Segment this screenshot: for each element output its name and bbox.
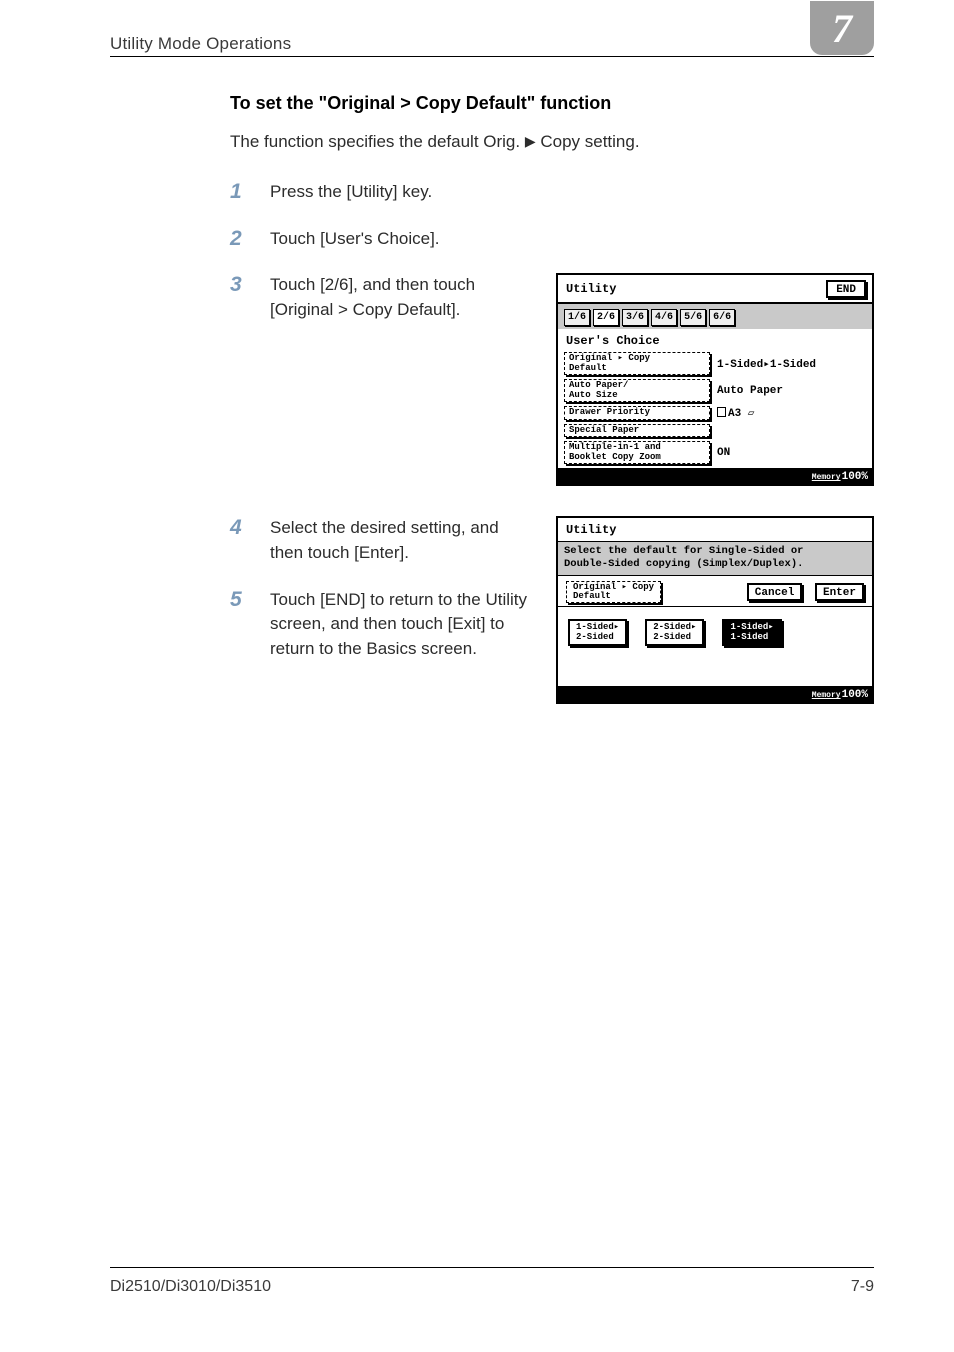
options-row: 1-Sided▸ 2-Sided 2-Sided▸ 2-Sided 1-Side…	[558, 607, 872, 686]
val-auto-paper-size: Auto Paper	[714, 385, 866, 397]
step-number: 3	[230, 273, 248, 297]
ctx-line2: Default	[573, 592, 654, 601]
end-button[interactable]: END	[826, 280, 866, 298]
intro-suffix: Copy setting.	[536, 132, 640, 151]
tab-1-6[interactable]: 1/6	[564, 309, 590, 326]
val-text: A3 ▱	[728, 408, 754, 420]
step-3-row: 3 Touch [2/6], and then touch [Original …	[230, 273, 874, 486]
steps-4-5-row: 4 Select the desired setting, and then t…	[230, 516, 874, 704]
lcd-footer: Memory100%	[558, 686, 872, 702]
lcd-banner: Select the default for Single-Sided or D…	[558, 541, 872, 575]
opt-line2: 2-Sided	[576, 633, 619, 642]
lcd-title: Utility	[566, 523, 616, 537]
cancel-button[interactable]: Cancel	[747, 583, 803, 601]
step-4: 4 Select the desired setting, and then t…	[230, 516, 530, 565]
banner-line2: Double-Sided copying (Simplex/Duplex).	[564, 558, 866, 571]
page-footer: Di2510/Di3010/Di3510 7-9	[110, 1267, 874, 1296]
val-multiple-in-1: ON	[714, 447, 866, 459]
context-label: Original ▸ Copy Default	[566, 581, 661, 604]
chapter-badge: 7	[810, 1, 874, 55]
step-number: 5	[230, 588, 248, 612]
step-2: 2 Touch [User's Choice].	[230, 227, 874, 252]
memory-value: 100%	[842, 689, 868, 701]
option-1sided-1sided[interactable]: 1-Sided▸ 1-Sided	[722, 619, 781, 646]
page-header: Utility Mode Operations 7	[110, 28, 874, 57]
right-arrow-icon: ▶	[525, 134, 536, 148]
enter-button[interactable]: Enter	[815, 583, 864, 601]
lcd-figure-users-choice: Utility END 1/6 2/6 3/6 4/6 5/6 6/6 User…	[556, 273, 874, 486]
section-title: To set the "Original > Copy Default" fun…	[230, 93, 874, 114]
val-original-copy-default: 1-Sided▸1-Sided	[714, 357, 866, 371]
banner-line1: Select the default for Single-Sided or	[564, 545, 866, 558]
option-1sided-2sided[interactable]: 1-Sided▸ 2-Sided	[568, 619, 627, 646]
lcd-titlebar: Utility END	[558, 275, 872, 304]
btn-line2: Default	[569, 364, 705, 373]
memory-block: Memory100%	[812, 471, 868, 483]
step-text: Press the [Utility] key.	[270, 180, 432, 205]
context-row: Original ▸ Copy Default Cancel Enter	[558, 576, 872, 608]
step-text: Touch [User's Choice].	[270, 227, 440, 252]
intro-prefix: The function specifies the default Orig.	[230, 132, 525, 151]
btn-line2: Auto Size	[569, 391, 705, 400]
step-1: 1 Press the [Utility] key.	[230, 180, 874, 205]
footer-model: Di2510/Di3010/Di3510	[110, 1278, 271, 1296]
btn-original-copy-default[interactable]: Original ▸ Copy Default	[564, 352, 710, 375]
tab-4-6[interactable]: 4/6	[651, 309, 677, 326]
memory-block: Memory100%	[812, 689, 868, 701]
memory-label: Memory	[812, 691, 841, 700]
lcd-figure-default-select: Utility Select the default for Single-Si…	[556, 516, 874, 704]
step-number: 1	[230, 180, 248, 204]
btn-line2: Booklet Copy Zoom	[569, 453, 705, 462]
content: To set the "Original > Copy Default" fun…	[110, 57, 874, 704]
btn-special-paper[interactable]: Special Paper	[564, 424, 710, 437]
row-original-copy-default: Original ▸ Copy Default 1-Sided▸1-Sided	[558, 350, 872, 377]
lcd-footer: Memory100%	[558, 468, 872, 484]
sheet-icon	[717, 407, 726, 417]
memory-value: 100%	[842, 471, 868, 483]
option-2sided-2sided[interactable]: 2-Sided▸ 2-Sided	[645, 619, 704, 646]
step-text: Touch [2/6], and then touch [Original > …	[270, 273, 530, 322]
tab-strip: 1/6 2/6 3/6 4/6 5/6 6/6	[558, 304, 872, 329]
tab-6-6[interactable]: 6/6	[709, 309, 735, 326]
opt-line2: 2-Sided	[653, 633, 696, 642]
btn-multiple-in-1[interactable]: Multiple-in-1 and Booklet Copy Zoom	[564, 441, 710, 464]
val-drawer-priority: A3 ▱	[714, 406, 866, 420]
opt-line2: 1-Sided	[730, 633, 773, 642]
step-number: 4	[230, 516, 248, 540]
lcd-titlebar: Utility	[558, 518, 872, 541]
btn-line1: Special Paper	[569, 426, 705, 435]
panel-title: User's Choice	[558, 329, 872, 350]
row-multiple-in-1: Multiple-in-1 and Booklet Copy Zoom ON	[558, 439, 872, 468]
row-auto-paper-size: Auto Paper/ Auto Size Auto Paper	[558, 377, 872, 404]
action-buttons: Cancel Enter	[747, 583, 864, 601]
footer-page-number: 7-9	[851, 1278, 874, 1296]
btn-auto-paper-size[interactable]: Auto Paper/ Auto Size	[564, 379, 710, 402]
chapter-number: 7	[832, 5, 852, 52]
row-drawer-priority: Drawer Priority A3 ▱	[558, 404, 872, 422]
section-intro: The function specifies the default Orig.…	[230, 132, 874, 152]
memory-label: Memory	[812, 473, 841, 482]
step-number: 2	[230, 227, 248, 251]
header-title: Utility Mode Operations	[110, 34, 291, 54]
btn-drawer-priority[interactable]: Drawer Priority	[564, 406, 710, 419]
tab-2-6[interactable]: 2/6	[593, 309, 619, 326]
row-special-paper: Special Paper	[558, 422, 872, 439]
tab-5-6[interactable]: 5/6	[680, 309, 706, 326]
btn-line1: Drawer Priority	[569, 408, 705, 417]
step-5: 5 Touch [END] to return to the Utility s…	[230, 588, 530, 662]
lcd-title: Utility	[566, 282, 616, 296]
step-text: Touch [END] to return to the Utility scr…	[270, 588, 530, 662]
tab-3-6[interactable]: 3/6	[622, 309, 648, 326]
step-text: Select the desired setting, and then tou…	[270, 516, 530, 565]
step-3: 3 Touch [2/6], and then touch [Original …	[230, 273, 530, 322]
